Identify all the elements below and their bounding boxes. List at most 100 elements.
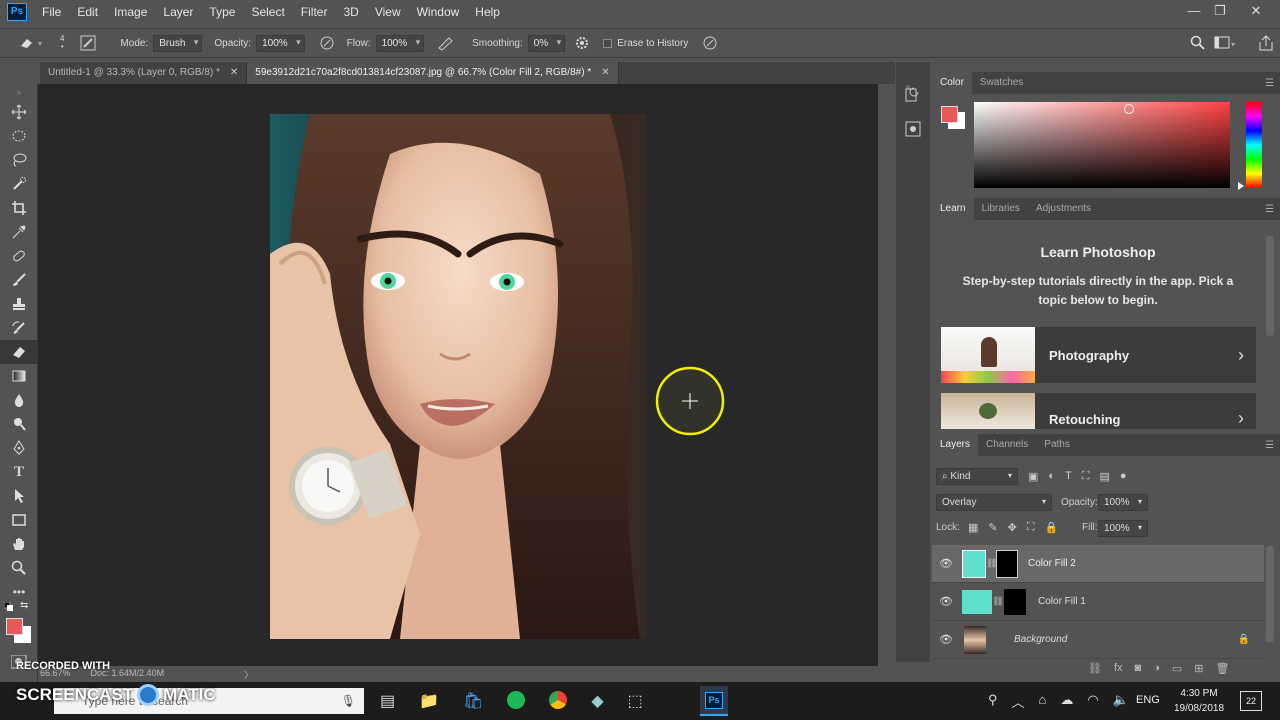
pen-tool-icon[interactable]: [0, 436, 38, 460]
type-tool-icon[interactable]: T: [0, 460, 38, 484]
panel-menu-icon[interactable]: ☰: [1265, 204, 1274, 215]
close-tab-icon[interactable]: ✕: [230, 62, 238, 84]
topic-retouching[interactable]: Retouching ›: [941, 393, 1256, 429]
zoom-tool-icon[interactable]: [0, 556, 38, 580]
new-group-icon[interactable]: ▭: [1172, 662, 1182, 675]
clone-stamp-tool-icon[interactable]: [0, 292, 38, 316]
close-tab-icon[interactable]: ✕: [601, 62, 609, 84]
pressure-opacity-icon[interactable]: [319, 35, 335, 51]
link-layers-icon[interactable]: ⛓: [1088, 662, 1102, 675]
share-icon[interactable]: [1258, 34, 1274, 52]
airbrush-icon[interactable]: [436, 35, 454, 51]
path-selection-tool-icon[interactable]: [0, 484, 38, 508]
dodge-tool-icon[interactable]: [0, 412, 38, 436]
wifi-icon[interactable]: ◠: [1087, 692, 1098, 711]
brush-tool-icon[interactable]: [0, 268, 38, 292]
tab-swatches[interactable]: Swatches: [972, 72, 1031, 94]
menu-edit[interactable]: Edit: [69, 0, 106, 24]
lasso-tool-icon[interactable]: [0, 148, 38, 172]
chrome-icon[interactable]: [549, 691, 568, 709]
link-icon[interactable]: ⛓: [986, 558, 997, 569]
delete-layer-icon[interactable]: 🗑: [1215, 662, 1229, 675]
photoshop-taskbar-icon[interactable]: Ps: [700, 686, 728, 716]
tab-channels[interactable]: Channels: [978, 434, 1036, 456]
visibility-eye-icon[interactable]: 👁: [932, 595, 960, 608]
quick-selection-tool-icon[interactable]: [0, 172, 38, 196]
color-picker-handle[interactable]: [1124, 104, 1134, 114]
menu-help[interactable]: Help: [467, 0, 508, 24]
link-icon[interactable]: ⛓: [992, 596, 1004, 607]
blur-tool-icon[interactable]: [0, 388, 38, 412]
erase-history-checkbox[interactable]: [603, 38, 613, 48]
smoothing-gear-icon[interactable]: [575, 36, 589, 50]
tab-adjustments[interactable]: Adjustments: [1028, 198, 1099, 220]
store-icon[interactable]: 🛍: [463, 691, 483, 711]
flow-field[interactable]: 100%: [375, 34, 425, 52]
move-tool-icon[interactable]: [0, 100, 38, 124]
status-arrow-icon[interactable]: 〉: [244, 668, 253, 682]
filter-smart-object-icon[interactable]: ▤: [1100, 470, 1110, 483]
tab-untitled[interactable]: Untitled-1 @ 33.3% (Layer 0, RGB/8) * ✕: [40, 62, 248, 84]
panel-menu-icon[interactable]: ☰: [1265, 78, 1274, 89]
microphone-icon[interactable]: 🎙: [341, 694, 356, 708]
document-image[interactable]: [270, 114, 646, 639]
healing-brush-tool-icon[interactable]: [0, 244, 38, 268]
lock-transparent-icon[interactable]: ▦: [968, 521, 978, 534]
panel-menu-icon[interactable]: ☰: [1265, 440, 1274, 451]
hue-slider-arrow-icon[interactable]: [1238, 182, 1244, 190]
lock-artboard-icon[interactable]: ⛶: [1027, 521, 1035, 534]
color-panel-fg-swatch[interactable]: [941, 106, 958, 123]
layer-color-fill-1[interactable]: 👁 ⛓ Color Fill 1: [932, 583, 1264, 621]
new-adjustment-icon[interactable]: ◑: [1153, 662, 1160, 675]
search-icon[interactable]: [1190, 35, 1206, 51]
swap-colors-icon[interactable]: ⇆: [20, 600, 28, 611]
layer-name[interactable]: Background: [1014, 634, 1067, 645]
menu-type[interactable]: Type: [201, 0, 243, 24]
fill-field[interactable]: 100% ▾: [1098, 520, 1148, 537]
brush-settings-icon[interactable]: [80, 35, 96, 51]
pressure-size-icon[interactable]: [702, 35, 718, 51]
history-brush-tool-icon[interactable]: [0, 316, 38, 340]
menu-view[interactable]: View: [367, 0, 409, 24]
app-icon[interactable]: ◆: [591, 691, 603, 711]
menu-window[interactable]: Window: [409, 0, 468, 24]
learn-scrollbar[interactable]: [1266, 236, 1274, 336]
restore-button[interactable]: ❐: [1204, 0, 1236, 22]
color-field[interactable]: [974, 102, 1230, 188]
menu-layer[interactable]: Layer: [155, 0, 201, 24]
close-button[interactable]: ✕: [1240, 0, 1272, 22]
filter-adjustment-icon[interactable]: ◐: [1048, 470, 1055, 483]
tab-paths[interactable]: Paths: [1036, 434, 1078, 456]
language-indicator[interactable]: ENG: [1136, 694, 1160, 706]
default-colors-icon[interactable]: [3, 601, 16, 615]
menu-select[interactable]: Select: [243, 0, 292, 24]
tab-libraries[interactable]: Libraries: [974, 198, 1028, 220]
blend-mode-dropdown[interactable]: Overlay ▾: [936, 494, 1052, 511]
collapse-toolbar-icon[interactable]: »: [0, 84, 38, 100]
menu-image[interactable]: Image: [106, 0, 155, 24]
tab-jpg[interactable]: 59e3912d21c70a2f8cd013814cf23087.jpg @ 6…: [247, 62, 619, 84]
filter-pixel-icon[interactable]: ▣: [1028, 470, 1038, 483]
rectangle-tool-icon[interactable]: [0, 508, 38, 532]
layer-style-icon[interactable]: fx: [1114, 662, 1123, 675]
people-icon[interactable]: ⚲: [988, 692, 998, 711]
layer-color-fill-2[interactable]: 👁 ⛓ Color Fill 2: [932, 545, 1264, 583]
history-panel-icon[interactable]: [904, 86, 922, 107]
notification-center[interactable]: 22: [1240, 691, 1262, 711]
visibility-eye-icon[interactable]: 👁: [932, 557, 960, 570]
gradient-tool-icon[interactable]: [0, 364, 38, 388]
opacity-field[interactable]: 100%: [256, 34, 305, 52]
spotify-icon[interactable]: [507, 691, 526, 709]
task-view-icon[interactable]: ▤: [380, 691, 395, 711]
layer-opacity-field[interactable]: 100% ▾: [1098, 494, 1148, 511]
brush-size-picker[interactable]: 4 •: [60, 35, 64, 51]
layer-name[interactable]: Color Fill 2: [1028, 558, 1076, 569]
topic-photography[interactable]: Photography ›: [941, 327, 1256, 383]
snipping-tool-icon[interactable]: ⬚: [628, 691, 643, 711]
clock[interactable]: 4:30 PM 19/08/2018: [1170, 686, 1228, 716]
add-mask-icon[interactable]: ◙: [1135, 662, 1142, 675]
lock-pixels-icon[interactable]: ✎: [988, 521, 997, 534]
onedrive-icon[interactable]: ☁: [1060, 692, 1073, 711]
crop-tool-icon[interactable]: [0, 196, 38, 220]
filter-type-icon[interactable]: T: [1065, 470, 1072, 483]
